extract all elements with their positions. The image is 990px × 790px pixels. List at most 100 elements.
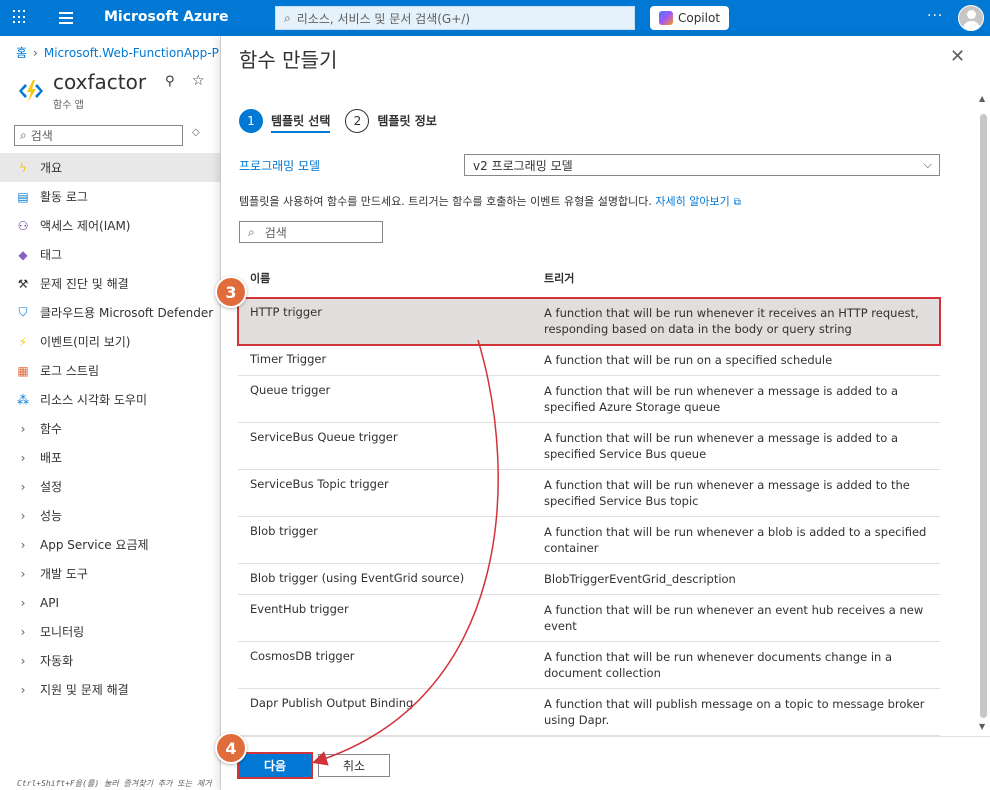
programming-model-dropdown[interactable]: v2 프로그래밍 모델 ⌵ [464, 154, 940, 176]
table-row[interactable]: EventHub trigger A function that will be … [238, 595, 940, 642]
table-row[interactable]: Dapr Publish Output Binding A function th… [238, 689, 940, 736]
sidebar-item[interactable]: › 모니터링 [0, 617, 220, 646]
sidebar-item-label: 태그 [40, 248, 63, 262]
sidebar-item-label: 함수 [40, 422, 63, 436]
template-filter-input[interactable]: ⌕ 검색 [239, 221, 383, 243]
scroll-down-icon[interactable]: ▼ [979, 722, 985, 731]
template-name: Queue trigger [250, 383, 331, 397]
step-3-badge: 3 [215, 276, 247, 308]
sidebar-item[interactable]: ⛉ 클라우드용 Microsoft Defender [0, 298, 220, 327]
step-select-template[interactable]: 1 템플릿 선택 [239, 108, 331, 133]
step-label: 템플릿 선택 [271, 112, 331, 133]
breadcrumb-home[interactable]: 홈 [16, 46, 27, 60]
chevron-right-icon: › [33, 46, 38, 60]
copilot-icon [658, 11, 673, 25]
table-row[interactable]: ServiceBus Topic trigger A function that … [238, 470, 940, 517]
chevron-right-icon: › [20, 421, 26, 436]
create-function-panel: 함수 만들기 ✕ ▲ ▼ 1 템플릿 선택 2 템플릿 정보 프로그래밍 모델 … [221, 36, 990, 790]
avatar[interactable] [958, 5, 984, 31]
column-header-name[interactable]: 이름 [238, 270, 544, 286]
copilot-button[interactable]: Copilot [650, 6, 729, 30]
template-trigger-description: A function that will be run whenever a m… [544, 431, 899, 461]
table-row[interactable]: ServiceBus Queue trigger A function that … [238, 423, 940, 470]
search-icon: ⌕ [284, 10, 291, 25]
sidebar-item[interactable]: ⁂ 리소스 시각화 도우미 [0, 385, 220, 414]
next-button[interactable]: 다음 [237, 752, 313, 779]
sidebar-item[interactable]: › 지원 및 문제 해결 [0, 675, 220, 704]
chevron-down-icon: ⌵ [923, 158, 932, 171]
sidebar-item[interactable]: › 성능 [0, 501, 220, 530]
template-trigger-description: A function that will be run on a specifi… [544, 353, 833, 367]
step-number: 2 [345, 108, 370, 133]
template-name: Blob trigger [250, 524, 318, 538]
menu-icon[interactable] [59, 12, 73, 24]
resource-type: 함수 앱 [53, 100, 84, 111]
top-nav-bar: Microsoft Azure ⌕ 리소스, 서비스 및 문서 검색(G+/) … [0, 0, 990, 36]
step-label: 템플릿 정보 [377, 114, 437, 128]
sidebar-item-label: 문제 진단 및 해결 [40, 277, 129, 291]
star-icon[interactable]: ☆ [192, 73, 205, 89]
resource-blade: 홈 › Microsoft.Web-FunctionApp-P coxfactor … [0, 36, 221, 790]
template-trigger-description: A function that will be run whenever a m… [544, 478, 910, 508]
sidebar-item[interactable]: › 배포 [0, 443, 220, 472]
scrollbar[interactable]: ▲ ▼ [977, 92, 989, 738]
column-header-trigger[interactable]: 트리거 [544, 270, 574, 286]
table-row[interactable]: CosmosDB trigger A function that will be … [238, 642, 940, 689]
iam-icon: ⚇ [17, 218, 29, 233]
sidebar-item[interactable]: ▤ 활동 로그 [0, 182, 220, 211]
breadcrumb-resource[interactable]: Microsoft.Web-FunctionApp-P [44, 46, 219, 60]
sidebar-item[interactable]: ◆ 태그 [0, 240, 220, 269]
sidebar-item[interactable]: › App Service 요금제 [0, 530, 220, 559]
sidebar-item[interactable]: › 개발 도구 [0, 559, 220, 588]
pin-icon[interactable]: ⚲ [165, 74, 175, 89]
chevron-right-icon: › [20, 653, 26, 668]
app-launcher-icon[interactable] [13, 10, 27, 24]
panel-footer: 다음 취소 [221, 736, 990, 790]
scroll-thumb[interactable] [980, 114, 987, 718]
sidebar-item-label: 지원 및 문제 해결 [40, 683, 129, 697]
template-trigger-description: BlobTriggerEventGrid_description [544, 572, 736, 586]
table-row[interactable]: HTTP trigger A function that will be run … [237, 297, 941, 346]
table-row[interactable]: Blob trigger (using EventGrid source) Blo… [238, 564, 940, 595]
global-search-placeholder: 리소스, 서비스 및 문서 검색(G+/) [296, 11, 471, 26]
sidebar-item[interactable]: ▦ 로그 스트림 [0, 356, 220, 385]
chevron-right-icon: › [20, 595, 26, 610]
sidebar-item-label: 이벤트(미리 보기) [40, 335, 131, 349]
sidebar-item[interactable]: › 함수 [0, 414, 220, 443]
table-row[interactable]: Timer Trigger A function that will be run… [238, 345, 940, 376]
sidebar-item[interactable]: ⚡ 이벤트(미리 보기) [0, 327, 220, 356]
table-row[interactable]: Queue trigger A function that will be run… [238, 376, 940, 423]
sidebar-item[interactable]: › API [0, 588, 220, 617]
chevron-right-icon: › [20, 537, 26, 552]
learn-more-link[interactable]: 자세히 알아보기 [655, 195, 729, 208]
brand-logo[interactable]: Microsoft Azure [104, 9, 229, 25]
collapse-menu-icon[interactable]: ◇ [192, 127, 200, 138]
sidebar-item-label: 개발 도구 [40, 567, 88, 581]
sidebar-item[interactable]: › 설정 [0, 472, 220, 501]
more-options-icon[interactable]: ··· [927, 8, 943, 24]
sidebar-item[interactable]: ⚒ 문제 진단 및 해결 [0, 269, 220, 298]
sidebar-item[interactable]: ⚇ 액세스 제어(IAM) [0, 211, 220, 240]
sidebar-item[interactable]: ϟ 개요 [0, 153, 220, 182]
template-trigger-description: A function that will be run whenever doc… [544, 650, 893, 680]
resource-title: coxfactor [53, 70, 147, 94]
global-search-input[interactable]: ⌕ 리소스, 서비스 및 문서 검색(G+/) [275, 6, 635, 30]
sidebar-item-label: 리소스 시각화 도우미 [40, 393, 147, 407]
menu-search-placeholder: 검색 [30, 129, 53, 143]
cancel-button[interactable]: 취소 [318, 754, 390, 777]
template-trigger-description: A function that will publish message on … [544, 697, 925, 727]
sidebar-item-label: 개요 [40, 161, 63, 175]
scroll-up-icon[interactable]: ▲ [979, 94, 985, 103]
close-icon[interactable]: ✕ [950, 46, 965, 67]
search-icon: ⌕ [20, 128, 27, 142]
menu-search-input[interactable]: ⌕ 검색 [14, 125, 183, 146]
template-trigger-description: A function that will be run whenever a m… [544, 384, 899, 414]
tag-icon: ◆ [18, 247, 28, 262]
breadcrumb: 홈 › Microsoft.Web-FunctionApp-P [16, 44, 219, 61]
sidebar-item[interactable]: › 자동화 [0, 646, 220, 675]
step-template-details[interactable]: 2 템플릿 정보 [345, 108, 437, 133]
sidebar-item-label: API [40, 595, 59, 610]
template-trigger-description: A function that will be run whenever it … [544, 306, 919, 336]
visualizer-icon: ⁂ [17, 392, 29, 407]
table-row[interactable]: Blob trigger A function that will be run … [238, 517, 940, 564]
